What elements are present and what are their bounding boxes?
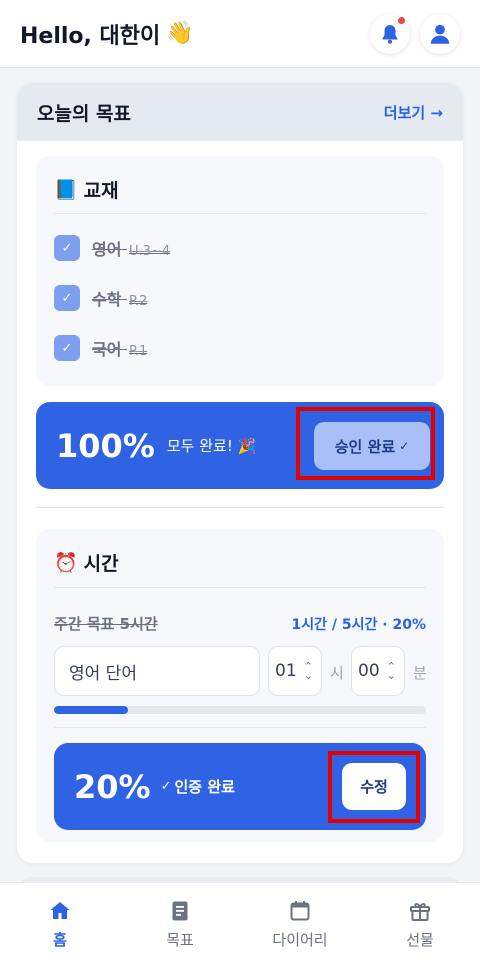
nav-label-goals: 목표 bbox=[166, 931, 194, 949]
greeting-text: Hello, 대한이 bbox=[20, 23, 161, 49]
book-icon: 📘 bbox=[54, 179, 78, 201]
activity-value: 영어 단어 bbox=[69, 663, 137, 684]
time-title-text: 시간 bbox=[83, 553, 119, 575]
bell-icon bbox=[382, 24, 398, 44]
notification-button[interactable] bbox=[370, 13, 410, 54]
document-icon bbox=[172, 901, 188, 921]
item-range: P.1 bbox=[129, 344, 148, 359]
completion-message: 모두 완료! 🎉 bbox=[166, 437, 257, 455]
nav-label-home: 홈 bbox=[53, 931, 67, 949]
notification-dot bbox=[398, 16, 405, 24]
app-header: Hello, 대한이 👋 bbox=[0, 0, 480, 68]
time-progress-percent: 20% bbox=[74, 767, 151, 806]
textbook-title-text: 교재 bbox=[83, 180, 119, 202]
weekly-goal-label: 주간 목표 5시간 bbox=[54, 615, 158, 633]
checklist-item[interactable]: ✓ 영어 U.3~4 bbox=[54, 235, 170, 261]
wave-icon: 👋 bbox=[166, 21, 194, 46]
nav-item-gift[interactable]: 선물 bbox=[360, 883, 480, 969]
weekly-goal-stat: 1시간 / 5시간 · 20% bbox=[291, 616, 426, 633]
alarm-clock-icon: ⏰ bbox=[54, 552, 78, 574]
nav-item-home[interactable]: 홈 bbox=[0, 883, 120, 969]
checklist-item[interactable]: ✓ 수학 P.2 bbox=[54, 285, 147, 311]
section-separator bbox=[36, 507, 444, 508]
time-title: ⏰ 시간 bbox=[54, 549, 119, 576]
minutes-value: 00 bbox=[358, 661, 380, 681]
verified-label: 인증 완료 bbox=[174, 778, 235, 796]
nav-item-diary[interactable]: 다이어리 bbox=[240, 883, 360, 969]
goals-card-header: 오늘의 목표 더보기 → bbox=[17, 83, 463, 141]
home-icon bbox=[50, 902, 70, 919]
item-range: U.3~4 bbox=[129, 244, 171, 259]
nav-item-goals[interactable]: 목표 bbox=[120, 883, 240, 969]
textbook-title: 📘 교재 bbox=[54, 176, 119, 203]
user-icon bbox=[430, 24, 450, 44]
approve-highlight-box bbox=[296, 407, 435, 480]
verified-status: ✓ 인증 완료 bbox=[161, 776, 235, 797]
bottom-nav: 홈 목표 다이어리 선물 bbox=[0, 882, 480, 969]
checklist-item[interactable]: ✓ 국어 P.1 bbox=[54, 335, 147, 361]
stepper-chevron-icon: ⌃ ⌄ bbox=[386, 660, 396, 682]
item-range: P.2 bbox=[129, 294, 148, 309]
checkbox-checked-icon[interactable]: ✓ bbox=[54, 285, 80, 311]
nav-label-diary: 다이어리 bbox=[272, 931, 328, 949]
checkbox-checked-icon[interactable]: ✓ bbox=[54, 235, 80, 261]
item-subject: 수학 bbox=[92, 290, 122, 309]
edit-highlight-box bbox=[328, 751, 420, 823]
stepper-chevron-icon: ⌃ ⌄ bbox=[303, 660, 313, 682]
item-subject: 영어 bbox=[92, 240, 122, 259]
textbook-progress-percent: 100% bbox=[56, 426, 155, 465]
profile-button[interactable] bbox=[420, 13, 460, 54]
textbook-divider bbox=[54, 213, 426, 214]
gift-icon bbox=[410, 903, 430, 921]
time-divider bbox=[54, 587, 426, 588]
hours-value: 01 bbox=[275, 661, 297, 681]
greeting: Hello, 대한이 👋 bbox=[20, 18, 194, 50]
check-icon: ✓ bbox=[160, 779, 172, 794]
time-progress-track bbox=[54, 706, 426, 714]
checkbox-checked-icon[interactable]: ✓ bbox=[54, 335, 80, 361]
minutes-unit: 분 bbox=[413, 664, 427, 682]
nav-label-gift: 선물 bbox=[406, 931, 434, 949]
goals-title: 오늘의 목표 bbox=[37, 102, 132, 125]
more-link[interactable]: 더보기 → bbox=[384, 102, 443, 123]
textbook-card: 📘 교재 ✓ 영어 U.3~4 ✓ 수학 P.2 ✓ 국어 P.1 bbox=[36, 156, 444, 386]
time-inner-divider bbox=[54, 727, 426, 728]
today-goals-card: 오늘의 목표 더보기 → 📘 교재 ✓ 영어 U.3~4 ✓ 수학 P.2 ✓ bbox=[17, 83, 463, 863]
activity-input[interactable]: 영어 단어 bbox=[54, 646, 260, 696]
weekly-goal-row: 주간 목표 5시간 1시간 / 5시간 · 20% bbox=[54, 613, 426, 634]
item-subject: 국어 bbox=[92, 340, 122, 359]
minutes-select[interactable]: 00 ⌃ ⌄ bbox=[351, 646, 405, 696]
hours-select[interactable]: 01 ⌃ ⌄ bbox=[268, 646, 322, 696]
hours-unit: 시 bbox=[330, 664, 344, 682]
calendar-icon bbox=[290, 901, 310, 921]
time-progress-fill bbox=[54, 706, 129, 714]
